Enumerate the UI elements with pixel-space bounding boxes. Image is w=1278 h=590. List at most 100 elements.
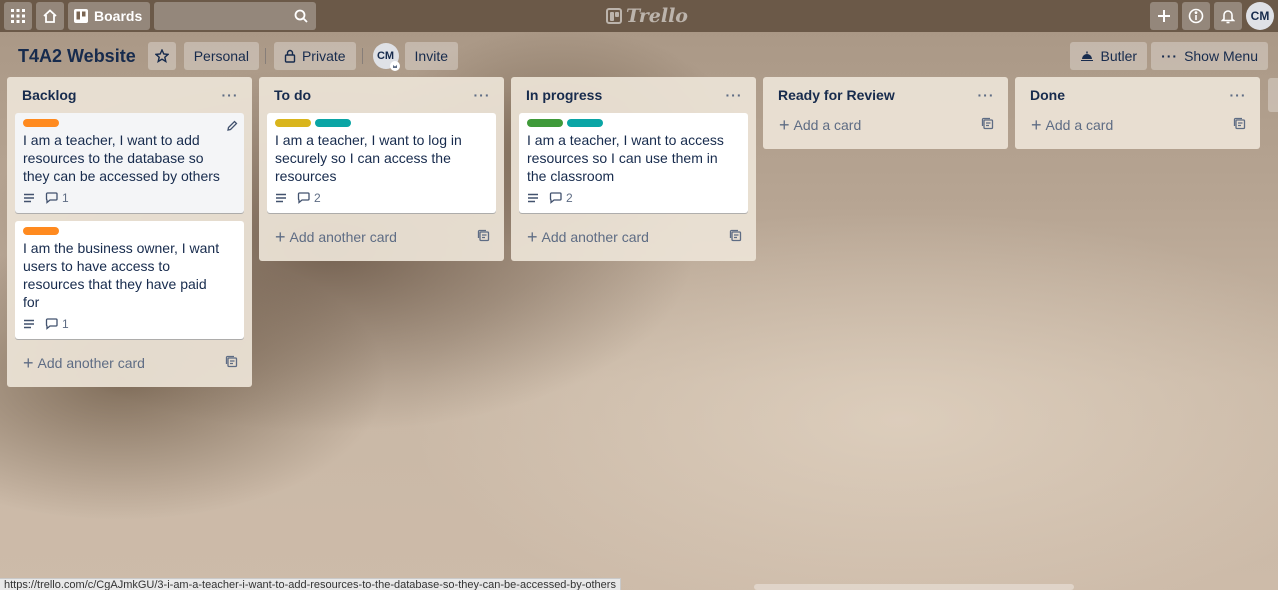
home-icon: [43, 9, 57, 23]
boards-label: Boards: [94, 8, 143, 24]
add-card-button[interactable]: + Add a card: [1023, 109, 1252, 141]
create-button[interactable]: [1150, 2, 1178, 30]
description-icon: [528, 193, 538, 203]
info-icon: [1188, 8, 1204, 24]
card-template-icon[interactable]: [729, 229, 742, 245]
add-card-label: Add another card: [541, 229, 649, 245]
board-title[interactable]: T4A2 Website: [10, 46, 144, 67]
plus-icon: +: [527, 227, 538, 247]
butler-icon: [1081, 51, 1094, 61]
description-icon: [24, 193, 34, 203]
comment-count: 2: [566, 191, 573, 205]
bell-icon: [1221, 10, 1235, 24]
add-card-label: Add another card: [37, 355, 145, 371]
invite-button[interactable]: Invite: [404, 42, 459, 70]
description-icon: [276, 193, 286, 203]
plus-icon: [1158, 10, 1170, 22]
pencil-icon[interactable]: [226, 119, 238, 135]
card-label[interactable]: [315, 119, 351, 127]
horizontal-scrollbar[interactable]: [754, 584, 1074, 590]
card-template-icon[interactable]: [477, 229, 490, 245]
trello-logo[interactable]: Trello: [606, 5, 688, 27]
user-avatar[interactable]: CM: [1246, 2, 1274, 30]
add-card-button[interactable]: + Add another card: [15, 347, 244, 379]
card-label[interactable]: [567, 119, 603, 127]
list-title[interactable]: To do: [274, 87, 311, 103]
member-initials: CM: [376, 50, 395, 62]
privacy-button[interactable]: Private: [273, 42, 356, 70]
comment-badge: 1: [45, 317, 69, 331]
butler-button[interactable]: Butler: [1070, 42, 1148, 70]
card[interactable]: I am a teacher, I want to access resourc…: [519, 113, 748, 213]
comment-icon: [549, 192, 562, 204]
list-menu-ellipsis-icon[interactable]: ···: [722, 83, 746, 107]
plus-icon: +: [275, 227, 286, 247]
comment-count: 1: [62, 317, 69, 331]
search-input[interactable]: [154, 2, 317, 30]
lock-icon: [284, 49, 296, 63]
apps-grid-icon: [11, 9, 25, 23]
show-menu-button[interactable]: ··· Show Menu: [1151, 42, 1268, 70]
search-icon: [294, 9, 308, 23]
show-menu-label: Show Menu: [1184, 48, 1258, 64]
description-badge: [275, 193, 287, 203]
description-icon: [24, 319, 34, 329]
add-card-label: Add another card: [289, 229, 397, 245]
boards-icon: [74, 9, 88, 23]
add-card-button[interactable]: + Add a card: [771, 109, 1000, 141]
list-scroll-handle[interactable]: [1268, 78, 1278, 112]
comment-badge: 2: [549, 191, 573, 205]
add-card-button[interactable]: + Add another card: [519, 221, 748, 253]
board-member-avatar[interactable]: CM: [372, 43, 400, 71]
list-done: Done ··· + Add a card: [1015, 77, 1260, 149]
comment-icon: [45, 192, 58, 204]
list-backlog: Backlog ··· I am a teacher, I want to ad…: [7, 77, 252, 387]
trello-logo-text: Trello: [626, 5, 688, 27]
card-label[interactable]: [23, 227, 59, 235]
card-label[interactable]: [275, 119, 311, 127]
star-board-button[interactable]: [147, 42, 176, 70]
add-card-button[interactable]: + Add another card: [267, 221, 496, 253]
add-card-label: Add a card: [793, 117, 862, 133]
card-title: I am a teacher, I want to access resourc…: [527, 132, 724, 184]
card[interactable]: I am the business owner, I want users to…: [15, 221, 244, 339]
list-title[interactable]: Ready for Review: [778, 87, 895, 103]
list-menu-ellipsis-icon[interactable]: ···: [470, 83, 494, 107]
star-icon: [154, 49, 169, 63]
description-badge: [527, 193, 539, 203]
comment-icon: [297, 192, 310, 204]
list-menu-ellipsis-icon[interactable]: ···: [218, 83, 242, 107]
boards-button[interactable]: Boards: [68, 2, 151, 30]
comment-icon: [45, 318, 58, 330]
card-label[interactable]: [23, 119, 59, 127]
list-menu-ellipsis-icon[interactable]: ···: [974, 83, 998, 107]
home-button[interactable]: [36, 2, 64, 30]
trello-logo-icon: [606, 8, 622, 24]
notifications-button[interactable]: [1214, 2, 1242, 30]
team-visibility-button[interactable]: Personal: [183, 42, 259, 70]
card-template-icon[interactable]: [225, 355, 238, 371]
list-title[interactable]: Done: [1030, 87, 1065, 103]
list-menu-ellipsis-icon[interactable]: ···: [1226, 83, 1250, 107]
list-in-progress: In progress ··· I am a teacher, I want t…: [511, 77, 756, 261]
plus-icon: +: [23, 353, 34, 373]
privacy-label: Private: [301, 48, 346, 64]
admin-badge-icon: [389, 61, 400, 71]
card[interactable]: I am a teacher, I want to log in securel…: [267, 113, 496, 213]
apps-button[interactable]: [4, 2, 32, 30]
top-nav-bar: Boards Trello CM: [0, 0, 1278, 32]
card-template-icon[interactable]: [981, 117, 994, 133]
description-badge: [23, 319, 35, 329]
list-ready-for-review: Ready for Review ··· + Add a card: [763, 77, 1008, 149]
header-divider: [361, 48, 363, 64]
card-label[interactable]: [527, 119, 563, 127]
list-title[interactable]: Backlog: [22, 87, 76, 103]
comment-count: 1: [62, 191, 69, 205]
board-header: T4A2 Website Personal Private CM Invite: [0, 36, 1278, 76]
card[interactable]: I am a teacher, I want to add resources …: [15, 113, 244, 213]
info-button[interactable]: [1182, 2, 1210, 30]
card-template-icon[interactable]: [1233, 117, 1246, 133]
comment-badge: 1: [45, 191, 69, 205]
card-title: I am a teacher, I want to log in securel…: [275, 132, 462, 184]
list-title[interactable]: In progress: [526, 87, 602, 103]
